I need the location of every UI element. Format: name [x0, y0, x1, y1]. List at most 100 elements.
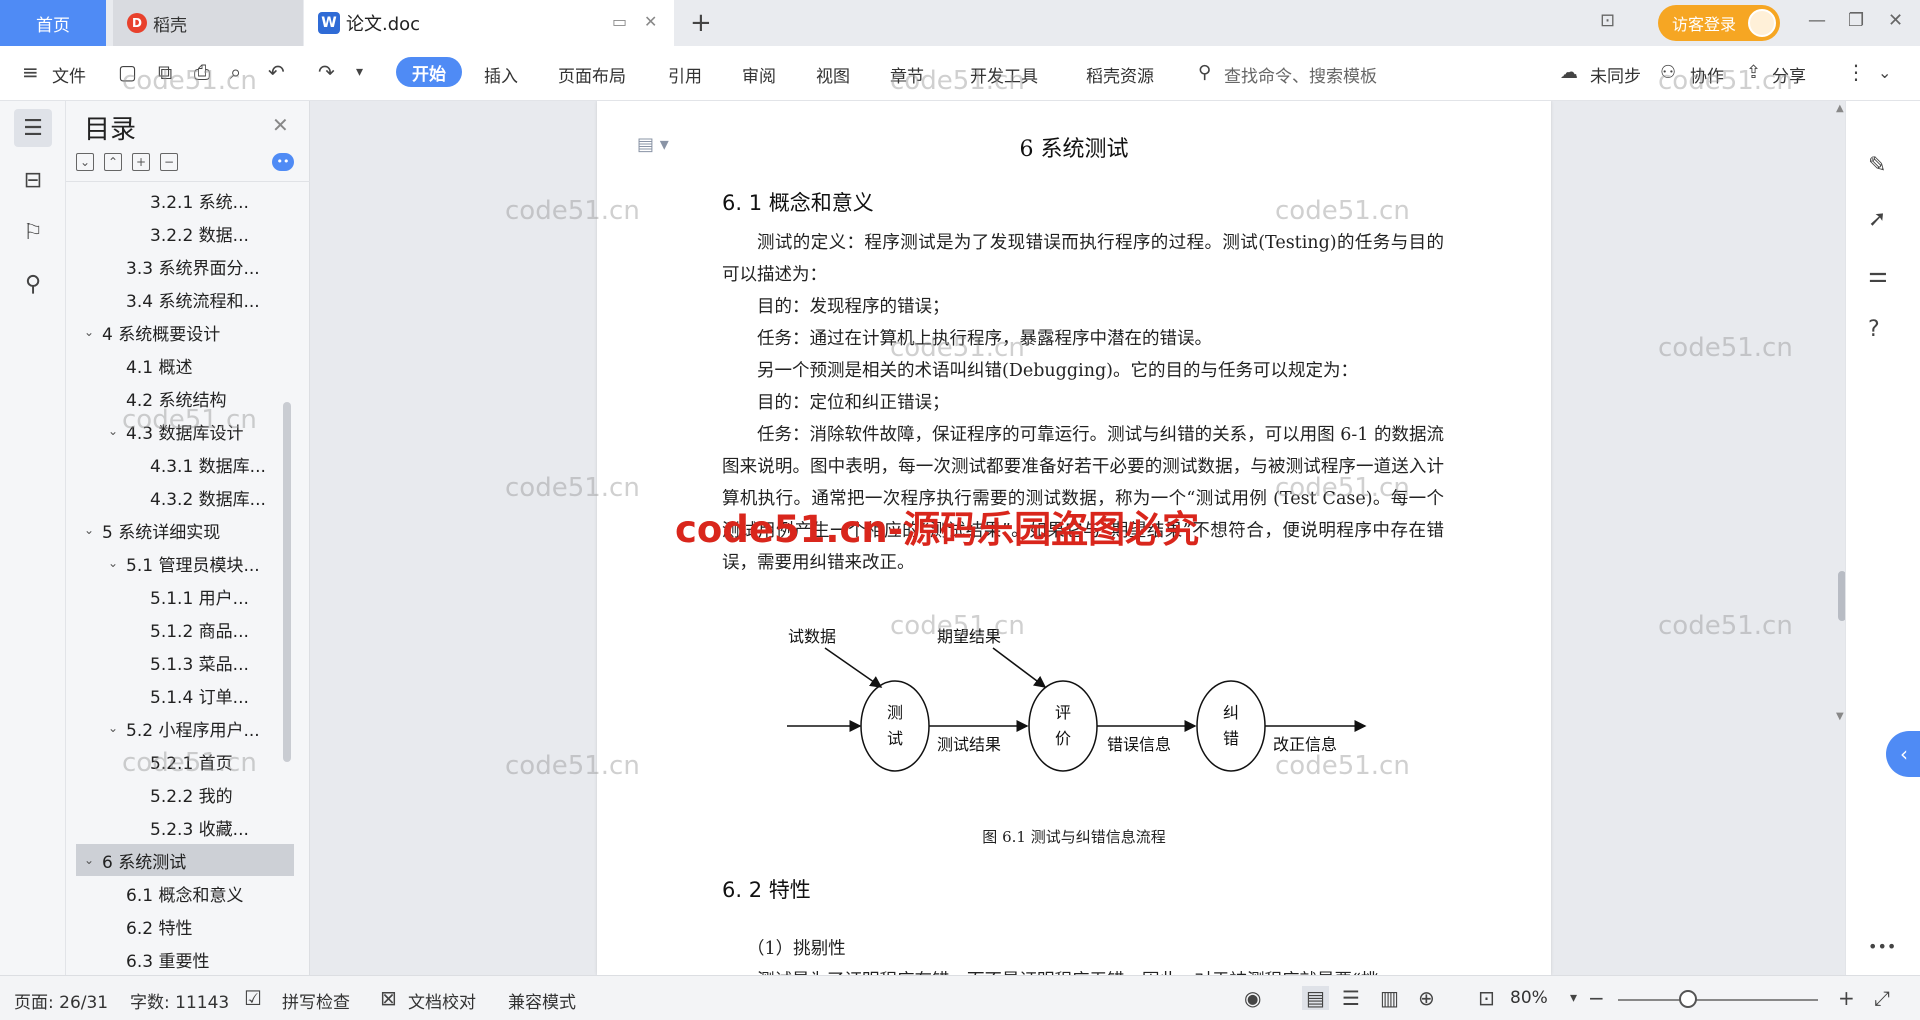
restore-icon[interactable]: ❐: [1848, 10, 1864, 31]
zoom-slider-thumb[interactable]: [1679, 990, 1697, 1008]
tab-start[interactable]: 开始: [396, 57, 462, 87]
scrollbar-thumb[interactable]: [1838, 571, 1845, 621]
toc-item[interactable]: 4.3.1 数据库...: [76, 448, 294, 480]
print-preview-icon[interactable]: ⌕: [230, 60, 241, 84]
toc-item[interactable]: 5.2.3 收藏...: [76, 811, 294, 843]
spell-check-button[interactable]: 拼写检查: [282, 988, 350, 1013]
toc-item[interactable]: 5.2.1 首页: [76, 745, 294, 777]
vertical-scrollbar[interactable]: ▲ ▼: [1836, 101, 1845, 975]
toc-item[interactable]: ⌄ 5.1 管理员模块...: [76, 547, 294, 579]
toc-item[interactable]: 4.2 系统结构: [76, 382, 294, 414]
toc-item[interactable]: 6.2 特性: [76, 910, 294, 942]
minimize-icon[interactable]: —: [1808, 10, 1826, 31]
chevron-down-icon[interactable]: ▾: [356, 64, 363, 80]
toc-settings-icon[interactable]: ••: [272, 153, 294, 171]
toc-item[interactable]: 3.4 系统流程和...: [76, 283, 294, 315]
eye-icon[interactable]: ◉: [1244, 986, 1261, 1010]
toc-item[interactable]: 5.1.3 菜品...: [76, 646, 294, 678]
toc-item[interactable]: 3.3 系统界面分...: [76, 250, 294, 282]
tab-insert[interactable]: 插入: [484, 62, 518, 87]
monitor-icon[interactable]: ▭: [612, 12, 627, 31]
tab-chapter[interactable]: 章节: [890, 62, 924, 87]
tab-review[interactable]: 审阅: [742, 62, 776, 87]
fullscreen-icon[interactable]: ⤢: [1874, 986, 1890, 1010]
export-icon[interactable]: ⧉: [158, 60, 172, 84]
chevron-down-icon[interactable]: ⌄: [108, 556, 126, 570]
web-view-icon[interactable]: ⊕: [1418, 986, 1435, 1010]
toc-item[interactable]: ⌄ 4.3 数据库设计: [76, 415, 294, 447]
tab-page-layout[interactable]: 页面布局: [558, 62, 626, 87]
close-window-icon[interactable]: ✕: [1888, 10, 1903, 31]
remove-heading-icon[interactable]: −: [160, 153, 178, 171]
toc-item[interactable]: 6.3 重要性: [76, 943, 294, 975]
add-tab-icon[interactable]: +: [690, 8, 712, 38]
page-view-icon[interactable]: ▤: [1302, 986, 1329, 1010]
select-cursor-icon[interactable]: ➚: [1868, 207, 1886, 232]
close-tab-icon[interactable]: ✕: [644, 12, 657, 31]
collapse-all-icon[interactable]: ⌃: [104, 153, 122, 171]
toc-item[interactable]: 5.1.2 商品...: [76, 613, 294, 645]
page-indicator[interactable]: 页面: 26/31: [14, 988, 108, 1013]
toc-item[interactable]: ⌄ 5 系统详细实现: [76, 514, 294, 546]
toc-icon[interactable]: ☰: [14, 109, 52, 147]
expand-all-icon[interactable]: ⌄: [76, 153, 94, 171]
read-mode-icon[interactable]: ▥: [1380, 986, 1399, 1010]
chevron-down-icon[interactable]: ⌄: [84, 523, 102, 537]
help-icon[interactable]: ?: [1868, 317, 1880, 342]
toc-item[interactable]: 3.2.1 系统...: [76, 184, 294, 216]
zoom-in-icon[interactable]: +: [1838, 986, 1855, 1010]
print-icon[interactable]: ⎙: [194, 60, 210, 84]
scroll-up-icon[interactable]: ▲: [1836, 103, 1844, 114]
chevron-down-icon[interactable]: ⌄: [108, 424, 126, 438]
chevron-down-icon[interactable]: ⌄: [84, 325, 102, 339]
share-button[interactable]: 分享: [1772, 62, 1806, 87]
redo-icon[interactable]: ↷: [318, 60, 335, 84]
chevron-down-icon[interactable]: ⌄: [84, 853, 102, 867]
toc-item[interactable]: 4.1 概述: [76, 349, 294, 381]
toc-item[interactable]: 5.1.1 用户...: [76, 580, 294, 612]
tab-document[interactable]: W 论文.doc ▭ ✕: [304, 0, 674, 46]
save-icon[interactable]: ▢: [118, 60, 137, 84]
toc-item[interactable]: 6.1 概念和意义: [76, 877, 294, 909]
tab-developer[interactable]: 开发工具: [970, 62, 1038, 87]
toc-item[interactable]: ⌄ 4 系统概要设计: [76, 316, 294, 348]
nav-pane-icon[interactable]: ⊟: [14, 161, 52, 199]
more-options-icon[interactable]: ⋮: [1846, 60, 1866, 84]
collab-button[interactable]: 协作: [1690, 62, 1724, 87]
tab-daoke[interactable]: D 稻壳: [113, 0, 303, 46]
doc-proof-button[interactable]: 文档校对: [408, 988, 476, 1013]
zoom-out-icon[interactable]: −: [1588, 986, 1605, 1010]
command-search-input[interactable]: 查找命令、搜索模板: [1224, 62, 1377, 87]
file-menu[interactable]: 文件: [52, 62, 86, 87]
more-icon[interactable]: •••: [1868, 937, 1896, 956]
word-count[interactable]: 字数: 11143: [130, 988, 229, 1013]
pen-icon[interactable]: ✎: [1868, 153, 1886, 178]
sync-status[interactable]: 未同步: [1590, 62, 1641, 87]
tab-home[interactable]: 首页: [0, 0, 106, 46]
visitor-login-button[interactable]: 访客登录: [1658, 5, 1780, 41]
toc-item[interactable]: ⌄ 5.2 小程序用户...: [76, 712, 294, 744]
toc-scrollbar[interactable]: [283, 402, 291, 762]
add-heading-icon[interactable]: +: [132, 153, 150, 171]
tab-daoke-resources[interactable]: 稻壳资源: [1086, 62, 1154, 87]
toc-item[interactable]: 5.2.2 我的: [76, 778, 294, 810]
toc-item[interactable]: 4.3.2 数据库...: [76, 481, 294, 513]
scroll-down-icon[interactable]: ▼: [1836, 711, 1844, 722]
toc-item[interactable]: ⌄ 6 系统测试: [76, 844, 294, 876]
tab-references[interactable]: 引用: [668, 62, 702, 87]
collapse-panel-icon[interactable]: ‹: [1886, 731, 1920, 777]
zoom-level[interactable]: 80%: [1510, 988, 1548, 1008]
sliders-icon[interactable]: ⚌: [1868, 263, 1888, 288]
window-layout-icon[interactable]: ⊡: [1600, 10, 1615, 31]
toc-item[interactable]: 3.2.2 数据...: [76, 217, 294, 249]
collapse-ribbon-icon[interactable]: ⌄: [1878, 63, 1891, 82]
undo-icon[interactable]: ↶: [268, 60, 285, 84]
tab-view[interactable]: 视图: [816, 62, 850, 87]
close-icon[interactable]: ✕: [272, 113, 289, 137]
toc-item[interactable]: 5.1.4 订单...: [76, 679, 294, 711]
find-icon[interactable]: ⚲: [14, 265, 52, 303]
hamburger-menu-icon[interactable]: ≡: [22, 60, 39, 84]
outline-view-icon[interactable]: ☰: [1342, 986, 1360, 1010]
bookmark-icon[interactable]: ⚐: [14, 213, 52, 251]
zoom-slider[interactable]: [1618, 999, 1818, 1001]
